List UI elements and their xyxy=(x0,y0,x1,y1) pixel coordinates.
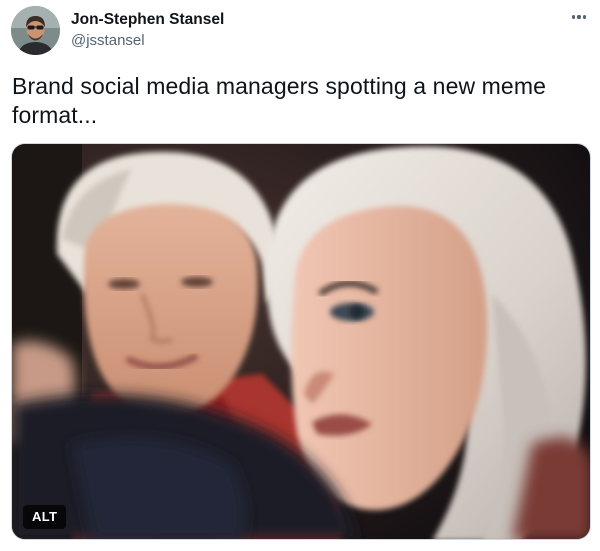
author-avatar-image xyxy=(11,6,60,55)
tweet-card: Jon-Stephen Stansel @jsstansel Brand soc… xyxy=(0,0,600,551)
author-avatar[interactable] xyxy=(11,6,60,55)
more-options-button[interactable] xyxy=(566,7,592,27)
more-horizontal-icon xyxy=(582,15,587,19)
alt-text-badge[interactable]: ALT xyxy=(23,505,67,529)
more-horizontal-icon xyxy=(577,15,581,19)
author-info: Jon-Stephen Stansel @jsstansel xyxy=(71,10,224,51)
author-handle[interactable]: @jsstansel xyxy=(71,31,224,51)
author-display-name[interactable]: Jon-Stephen Stansel xyxy=(71,10,224,30)
more-horizontal-icon xyxy=(571,15,576,19)
tweet-media[interactable]: ALT xyxy=(11,143,591,540)
media-image xyxy=(12,144,590,539)
tweet-text: Brand social media managers spotting a n… xyxy=(12,73,546,128)
